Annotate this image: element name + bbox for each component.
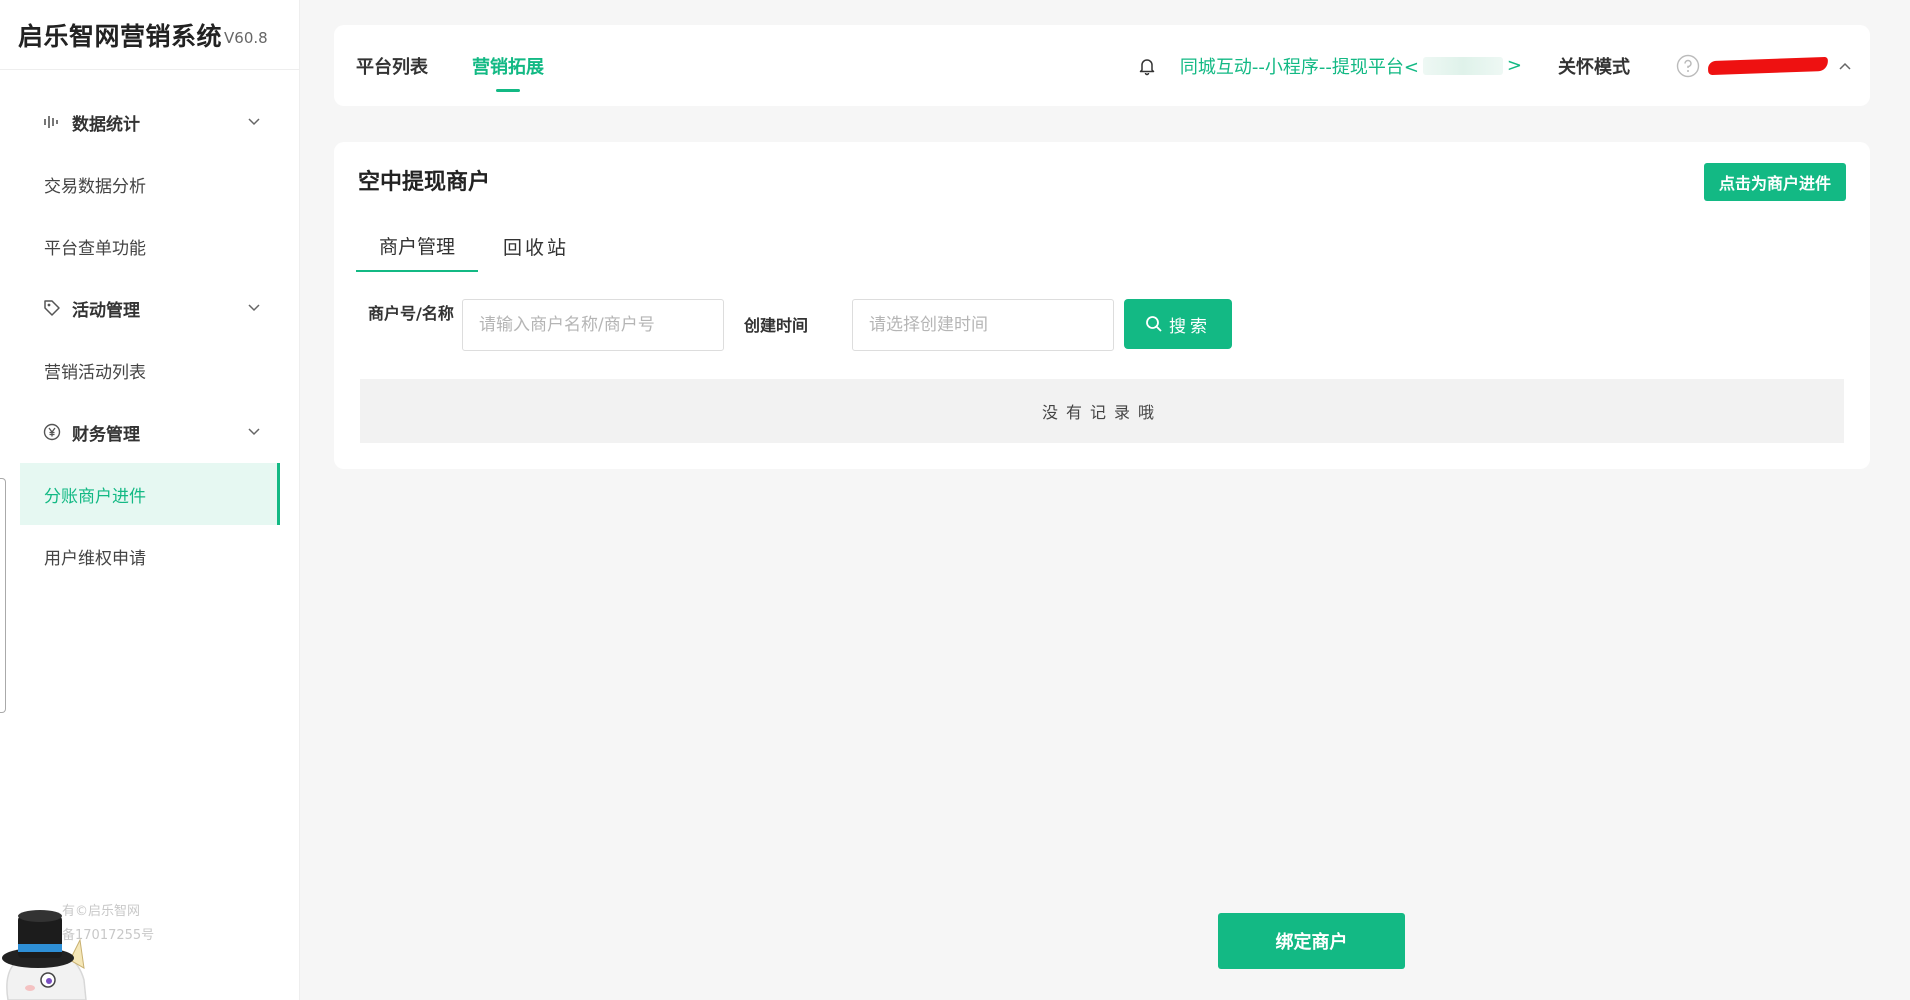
tab-merchant-management[interactable]: 商户管理 xyxy=(356,220,478,272)
empty-state: 没有记录哦 xyxy=(360,379,1844,443)
content-tabs: 商户管理 回收站 xyxy=(356,220,594,272)
care-mode-toggle[interactable]: 关怀模式 xyxy=(1558,53,1630,79)
bind-merchant-button[interactable]: 绑定商户 xyxy=(1218,913,1405,969)
main-card: 空中提现商户 点击为商户进件 商户管理 回收站 商户号/名称 创建时间 搜索 没… xyxy=(334,142,1870,469)
redacted-platform-id xyxy=(1422,56,1503,75)
menu-group-label: 财务管理 xyxy=(72,424,140,445)
tab-recycle-bin[interactable]: 回收站 xyxy=(478,220,594,272)
app-title: 启乐智网营销系统 xyxy=(18,21,223,51)
sidebar-menu: 数据统计 交易数据分析 平台查单功能 活动管理 营销活动列表 财务管理 分账商户… xyxy=(0,70,299,587)
bell-icon[interactable] xyxy=(1137,56,1157,76)
top-right-actions: 同城互动--小程序--提现平台< > 关怀模式 xyxy=(1137,25,1870,106)
mascot-cat-icon xyxy=(2,910,87,1000)
chevron-down-icon xyxy=(248,304,260,312)
onboard-merchant-button[interactable]: 点击为商户进件 xyxy=(1704,163,1846,201)
chevron-down-icon xyxy=(248,118,260,126)
search-button[interactable]: 搜索 xyxy=(1124,299,1232,349)
brand-header: 启乐智网营销系统 V60.8 xyxy=(0,0,299,70)
drawer-handle[interactable] xyxy=(0,478,6,713)
merchant-filter-label: 商户号/名称 xyxy=(368,304,454,323)
create-time-label: 创建时间 xyxy=(744,316,809,335)
search-button-label: 搜索 xyxy=(1169,316,1211,336)
create-time-picker[interactable] xyxy=(852,299,1114,351)
chevron-up-icon[interactable] xyxy=(1836,57,1854,75)
sidebar: 启乐智网营销系统 V60.8 数据统计 交易数据分析 平台查单功能 活动管理 营… xyxy=(0,0,300,1000)
sidebar-item-merchant-onboarding[interactable]: 分账商户进件 xyxy=(20,463,280,525)
menu-group-finance[interactable]: 财务管理 xyxy=(0,401,299,463)
redacted-username[interactable] xyxy=(1707,56,1829,75)
help-icon[interactable] xyxy=(1676,54,1700,78)
tab-platform-list[interactable]: 平台列表 xyxy=(356,53,428,79)
menu-group-activity[interactable]: 活动管理 xyxy=(0,277,299,339)
page-title: 空中提现商户 xyxy=(358,170,491,195)
yen-icon xyxy=(42,422,62,442)
menu-group-label: 数据统计 xyxy=(72,114,140,135)
platform-switcher[interactable]: 同城互动--小程序--提现平台< > xyxy=(1180,53,1522,79)
platform-name: 同城互动--小程序--提现平台< xyxy=(1179,56,1419,78)
bar-chart-icon xyxy=(42,112,62,132)
search-icon xyxy=(1146,316,1162,332)
menu-group-label: 活动管理 xyxy=(72,300,140,321)
sidebar-item-campaign-list[interactable]: 营销活动列表 xyxy=(0,339,299,401)
sidebar-item-user-rights[interactable]: 用户维权申请 xyxy=(0,525,299,587)
tag-icon xyxy=(42,298,62,318)
merchant-search-input[interactable] xyxy=(462,299,724,351)
app-version: V60.8 xyxy=(224,28,268,47)
menu-group-data-stats[interactable]: 数据统计 xyxy=(0,91,299,153)
sidebar-item-trade-analysis[interactable]: 交易数据分析 xyxy=(0,153,299,215)
top-bar: 平台列表 营销拓展 同城互动--小程序--提现平台< > 关怀模式 xyxy=(334,25,1870,106)
chevron-down-icon xyxy=(248,428,260,436)
filter-form: 商户号/名称 创建时间 搜索 xyxy=(368,299,1232,351)
tab-marketing-expansion[interactable]: 营销拓展 xyxy=(472,53,544,79)
sidebar-item-order-lookup[interactable]: 平台查单功能 xyxy=(0,215,299,277)
platform-suffix: > xyxy=(1506,55,1522,76)
